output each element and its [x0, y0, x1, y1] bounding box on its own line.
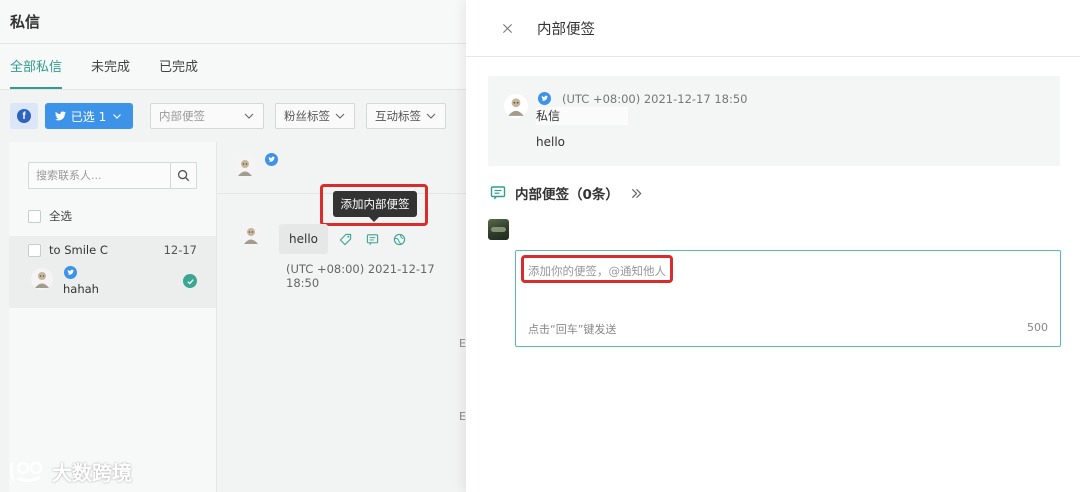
notes-heading: 内部便签 （0条） [515, 183, 619, 203]
message-tabs: 全部私信 未完成 已完成 [0, 44, 466, 90]
character-limit: 500 [1027, 321, 1048, 334]
notes-filter-select[interactable]: 内部便签 [150, 103, 264, 129]
avatar [240, 224, 262, 249]
clipped-text: E [459, 337, 466, 350]
tab-completed[interactable]: 已完成 [159, 56, 198, 89]
message-timestamp: (UTC +08:00) 2021-12-17 18:50 [286, 262, 435, 290]
twitter-icon [265, 153, 278, 169]
chevron-down-icon [113, 114, 122, 119]
watermark-logo-icon [10, 461, 43, 482]
clipped-text: E [459, 410, 466, 423]
twitter-account-select[interactable]: 已选 1 [45, 103, 133, 129]
conversation-pane: 添加内部便签 hello (UTC +08:00) 2021-12-17 18:… [218, 142, 466, 492]
tab-all-messages[interactable]: 全部私信 [10, 56, 63, 89]
message-actions [338, 232, 406, 246]
tag-icon[interactable] [338, 232, 352, 246]
twitter-selected-label: 已选 1 [70, 109, 107, 124]
search-icon [177, 169, 190, 182]
contact-checkbox[interactable] [28, 243, 41, 257]
internal-notes-drawer: 内部便签 (UTC +08:00) 2021-12-17 18:50 私信 he… [466, 0, 1080, 492]
list-item[interactable]: to Smile C 12-17 hahah [9, 236, 216, 308]
highlight-box [320, 184, 428, 226]
contact-list: 全选 to Smile C 12-17 hahah [9, 142, 217, 492]
globe-icon[interactable] [392, 232, 406, 246]
avatar [488, 219, 509, 240]
select-all-checkbox[interactable] [28, 209, 41, 223]
twitter-icon [538, 92, 551, 108]
message-text: hello [536, 135, 565, 149]
interaction-tags-label: 互动标签 [375, 109, 421, 123]
twitter-icon [64, 266, 77, 282]
note-icon [490, 186, 506, 200]
select-all: 全选 [28, 208, 72, 224]
contact-name: hahah [63, 282, 99, 296]
app-header: 私信 [0, 0, 466, 44]
facebook-icon: f [17, 109, 31, 123]
chevron-down-icon [335, 113, 345, 119]
avatar [504, 94, 528, 121]
highlight-box [521, 255, 673, 283]
notes-section-header: 内部便签 （0条） [490, 183, 643, 203]
note-icon[interactable] [365, 232, 379, 246]
check-circle-icon [183, 274, 197, 288]
expand-button[interactable] [630, 187, 643, 200]
fan-tags-label: 粉丝标签 [284, 109, 330, 123]
contact-date: 12-17 [163, 243, 197, 257]
close-icon [502, 23, 512, 33]
watermark-text: 大数跨境 [52, 461, 132, 485]
contact-recipient: to Smile C [49, 243, 108, 257]
send-hint: 点击“回车”键发送 [528, 323, 617, 336]
drawer-header: 内部便签 [466, 0, 1080, 57]
message-type: 私信 [536, 107, 628, 125]
close-button[interactable] [500, 21, 514, 35]
avatar [31, 268, 53, 293]
contact-search-input[interactable] [29, 163, 170, 188]
search-button[interactable] [170, 163, 196, 188]
notes-title: 内部便签 [515, 187, 569, 203]
page-title: 私信 [10, 13, 41, 31]
avatar [234, 156, 256, 181]
twitter-icon [54, 111, 66, 121]
notes-filter-placeholder: 内部便签 [159, 109, 205, 123]
chevron-down-icon [244, 113, 254, 119]
interaction-tags-select[interactable]: 互动标签 [366, 103, 446, 129]
direct-messages-app: 私信 全部私信 未完成 已完成 f 已选 1 内部便签 粉丝标签 互动标签 搜索… [0, 0, 466, 492]
notes-count: （0条） [569, 187, 619, 203]
message-bubble: hello [279, 224, 328, 254]
chevron-down-icon [426, 113, 436, 119]
drawer-title: 内部便签 [537, 21, 595, 38]
double-chevron-right-icon [631, 188, 642, 198]
fan-tags-select[interactable]: 粉丝标签 [275, 103, 355, 129]
tab-incomplete[interactable]: 未完成 [91, 56, 130, 89]
watermark: 大数跨境 [8, 457, 132, 486]
message-timestamp: (UTC +08:00) 2021-12-17 18:50 [562, 92, 748, 106]
filter-toolbar: f 已选 1 内部便签 粉丝标签 互动标签 [0, 90, 466, 142]
contact-search [28, 162, 197, 189]
facebook-filter-button[interactable]: f [10, 103, 38, 129]
select-all-label: 全选 [49, 209, 72, 223]
message-preview-card: (UTC +08:00) 2021-12-17 18:50 私信 hello [488, 76, 1060, 166]
